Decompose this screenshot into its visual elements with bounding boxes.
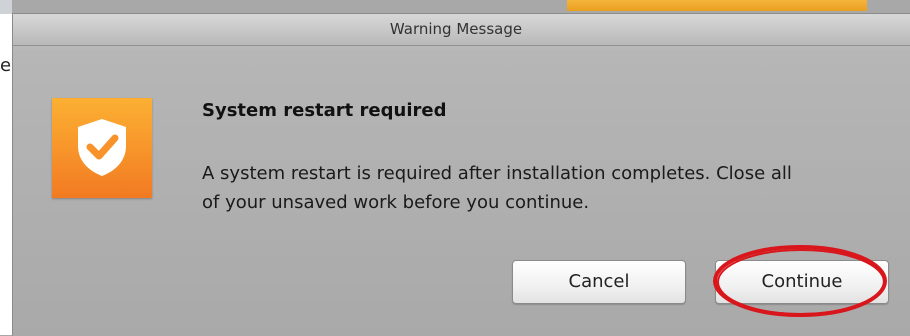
background-window-text: e bbox=[0, 55, 12, 76]
background-window: e bbox=[0, 0, 12, 335]
background-window-titlebar bbox=[0, 0, 12, 14]
dialog-title: Warning Message bbox=[389, 20, 523, 38]
dialog-message-line-2: of your unsaved work before you continue… bbox=[202, 192, 590, 213]
dialog-heading: System restart required bbox=[202, 100, 447, 121]
background-app-accent-strip bbox=[567, 0, 867, 11]
shield-check-icon bbox=[52, 98, 152, 198]
cancel-button[interactable]: Cancel bbox=[512, 260, 686, 304]
continue-button[interactable]: Continue bbox=[715, 260, 889, 304]
dialog-message: A system restart is required after insta… bbox=[202, 159, 902, 217]
warning-dialog: Warning Message System restart required … bbox=[12, 13, 910, 336]
dialog-message-line-1: A system restart is required after insta… bbox=[202, 163, 792, 184]
dialog-titlebar[interactable]: Warning Message bbox=[13, 14, 910, 46]
